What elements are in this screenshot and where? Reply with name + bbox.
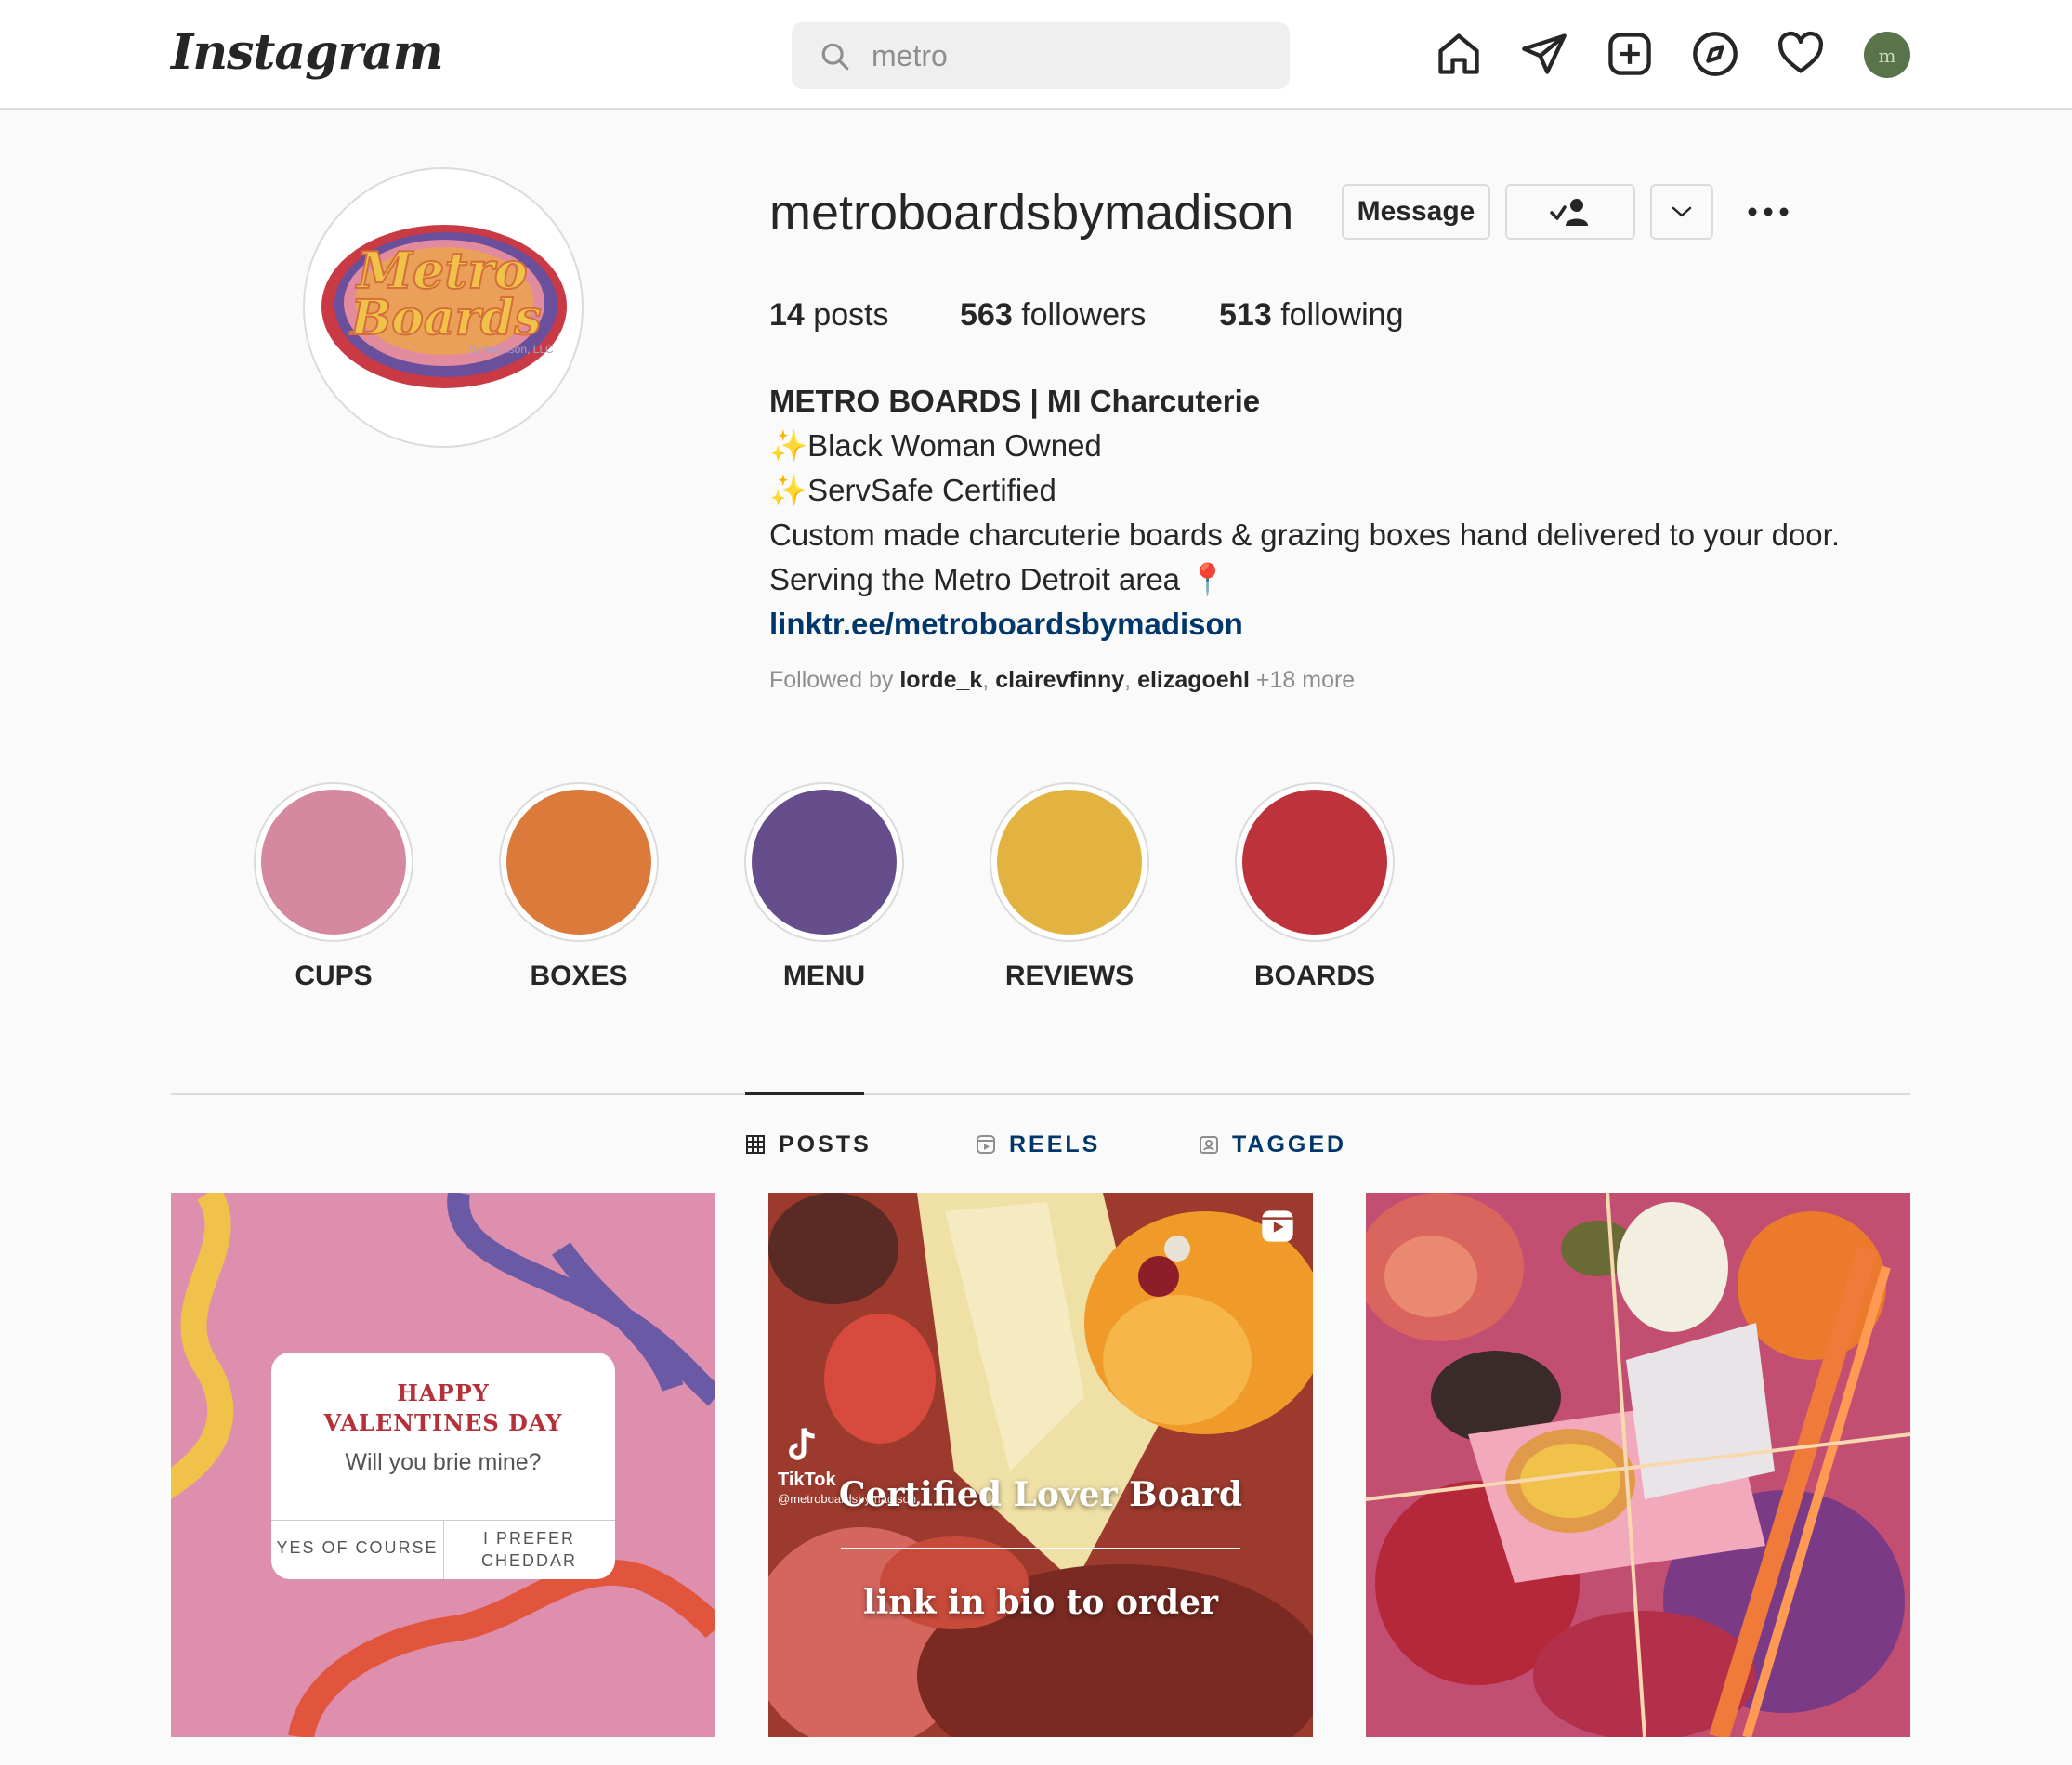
top-navigation-bar: Instagram m (0, 0, 2072, 110)
tab-posts[interactable]: POSTS (745, 1130, 872, 1159)
logo-subtext: By Madison, LLC (468, 343, 554, 356)
chevron-down-icon (1672, 206, 1692, 217)
home-icon[interactable] (1435, 30, 1483, 78)
bio-line: Serving the Metro Detroit area 📍 (769, 562, 1227, 596)
following-count: 513 (1219, 297, 1272, 333)
bio-full-name: METRO BOARDS | MI Charcuterie (769, 384, 1261, 418)
followed-by-more: +18 more (1255, 667, 1356, 693)
post-thumbnail[interactable]: HAPPY VALENTINES DAY Will you brie mine?… (171, 1193, 715, 1737)
highlight-ring (499, 782, 659, 942)
highlight-boxes[interactable]: BOXES (499, 782, 659, 991)
grid-icon (746, 1135, 765, 1154)
highlight-reviews[interactable]: REVIEWS (990, 782, 1149, 991)
reel-divider (841, 1548, 1240, 1549)
highlight-cover (752, 790, 897, 935)
charcuterie-photo (768, 1193, 1313, 1737)
card-option-line: CHEDDAR (480, 1551, 577, 1570)
card-option-cheddar: I PREFER CHEDDAR (443, 1527, 615, 1572)
reels-icon (977, 1135, 995, 1154)
highlight-cups[interactable]: CUPS (254, 782, 413, 991)
highlight-ring (254, 782, 413, 942)
highlight-cover (1242, 790, 1387, 935)
highlight-ring (744, 782, 904, 942)
card-question: Will you brie mine? (345, 1449, 542, 1475)
following-button[interactable] (1505, 184, 1635, 240)
bio-line: Custom made charcuterie boards & grazing… (769, 517, 1840, 552)
reel-icon (1262, 1210, 1293, 1242)
valentines-card: HAPPY VALENTINES DAY Will you brie mine?… (271, 1353, 615, 1579)
bio-link[interactable]: linktr.ee/metroboardsbymadison (769, 602, 1884, 647)
highlight-cover (997, 790, 1142, 935)
post-thumbnail[interactable] (1366, 1193, 1910, 1737)
bio-line: ✨ServSafe Certified (769, 473, 1056, 507)
followed-by-prefix: Followed by (769, 667, 894, 693)
tab-tagged[interactable]: TAGGED (1199, 1130, 1346, 1159)
following-check-icon (1550, 199, 1588, 226)
highlight-label: BOXES (530, 961, 628, 991)
posts-stat: 14 posts (769, 297, 889, 333)
message-button[interactable]: Message (1342, 184, 1490, 240)
activity-heart-icon[interactable] (1777, 30, 1825, 78)
search-input[interactable] (872, 35, 1262, 76)
metro-boards-logo: Metro Boards By Madison, LLC (321, 225, 567, 388)
profile-picture[interactable]: Metro Boards By Madison, LLC (303, 167, 584, 448)
card-title-line: VALENTINES DAY (323, 1409, 563, 1436)
highlight-ring (990, 782, 1149, 942)
profile-avatar[interactable]: m (1864, 32, 1910, 78)
reel-subtitle: link in bio to order (863, 1583, 1218, 1622)
grazing-box-photo (1366, 1193, 1910, 1737)
highlight-label: REVIEWS (1004, 961, 1134, 991)
avatar-icon: m (1879, 45, 1896, 67)
post-thumbnail-reel[interactable]: TikTok @metroboardsbymadison Certified L… (768, 1193, 1313, 1737)
explore-icon[interactable] (1691, 30, 1739, 78)
highlight-label: BOARDS (1253, 961, 1375, 991)
svg-text:m: m (1879, 45, 1896, 67)
tabs-divider (171, 1093, 1910, 1095)
card-option-line: I PREFER (482, 1529, 575, 1548)
followed-by-user: lorde_k (899, 667, 983, 693)
highlight-ring (1235, 782, 1395, 942)
highlight-label: CUPS (295, 961, 373, 991)
more-options-icon[interactable] (1747, 201, 1790, 223)
posts-count: 14 (769, 297, 805, 333)
new-post-icon[interactable] (1606, 30, 1654, 78)
followed-by-user: clairevfinny (995, 667, 1125, 693)
logo-text-boards: Boards (348, 290, 541, 346)
card-title-line: HAPPY (397, 1379, 490, 1406)
posts-label: posts (813, 297, 889, 333)
active-tab-indicator (745, 1092, 864, 1095)
highlight-menu[interactable]: MENU (744, 782, 904, 991)
reel-title: Certified Lover Board (838, 1475, 1243, 1514)
profile-bio: METRO BOARDS | MI Charcuterie ✨Black Wom… (769, 379, 1884, 647)
tab-posts-label: POSTS (779, 1131, 872, 1157)
followed-by[interactable]: Followed by lorde_k, clairevfinny, eliza… (769, 667, 1355, 694)
followed-by-user: elizagoehl (1137, 667, 1250, 693)
search-icon (821, 43, 849, 71)
search-box[interactable] (792, 22, 1290, 89)
card-option-yes: YES OF COURSE (276, 1538, 439, 1557)
bio-line: ✨Black Woman Owned (769, 428, 1102, 463)
followers-count: 563 (960, 297, 1013, 333)
highlight-cover (261, 790, 406, 935)
tab-reels-label: REELS (1009, 1131, 1101, 1157)
followers-label: followers (1021, 297, 1147, 333)
tab-tagged-label: TAGGED (1232, 1131, 1347, 1157)
followers-stat[interactable]: 563 followers (960, 297, 1146, 333)
highlight-label: MENU (782, 961, 866, 991)
tagged-icon (1200, 1136, 1218, 1154)
following-label: following (1280, 297, 1404, 333)
following-stat[interactable]: 513 following (1219, 297, 1404, 333)
tab-reels[interactable]: REELS (976, 1130, 1100, 1159)
profile-username: metroboardsbymadison (769, 185, 1294, 241)
card-title: HAPPY VALENTINES DAY (271, 1379, 615, 1438)
suggested-accounts-dropdown[interactable] (1650, 184, 1713, 240)
direct-messages-icon[interactable] (1520, 30, 1568, 78)
tiktok-icon (789, 1427, 815, 1460)
highlight-boards[interactable]: BOARDS (1235, 782, 1395, 991)
instagram-logo[interactable]: Instagram (171, 24, 444, 81)
highlight-cover (506, 790, 651, 935)
